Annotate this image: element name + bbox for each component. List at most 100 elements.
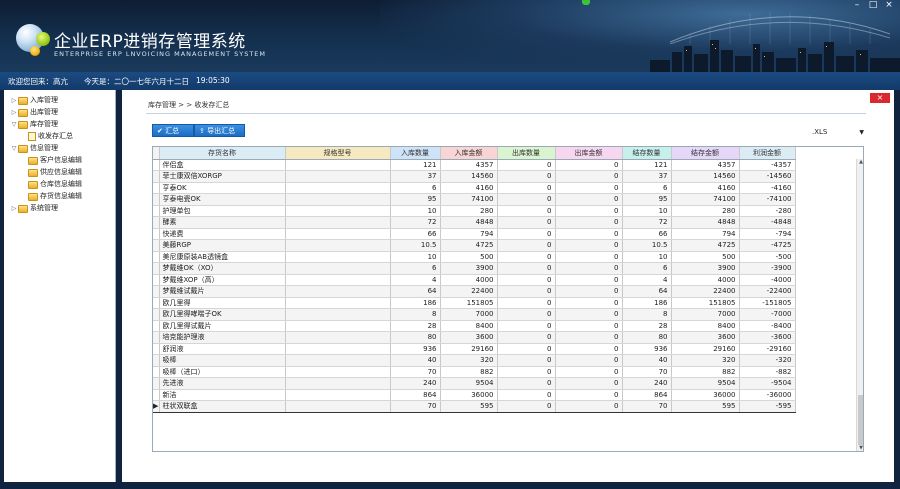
table-cell[interactable]: 4357	[440, 159, 498, 171]
table-cell[interactable]: 0	[497, 228, 556, 240]
table-cell[interactable]: 0	[497, 366, 556, 378]
maximize-button[interactable]: □	[866, 0, 880, 12]
table-cell[interactable]: -882	[739, 366, 796, 378]
table-row[interactable]: 菲士康双倍XORGP 37 14560 0 0 37 14560 -14560	[153, 170, 796, 183]
table-cell[interactable]: -4000	[739, 274, 796, 286]
table-cell[interactable]	[285, 366, 391, 378]
table-cell[interactable]: -151805	[739, 297, 796, 309]
table-cell[interactable]: 0	[555, 251, 623, 263]
table-cell[interactable]: 0	[497, 377, 556, 390]
table-cell[interactable]: 121	[390, 159, 441, 171]
table-cell[interactable]: 29160	[671, 343, 740, 355]
table-row[interactable]: 梦戴维OK（XO） 6 3900 0 0 6 3900 -3900	[153, 262, 796, 275]
table-cell[interactable]: 10	[622, 205, 672, 217]
column-header[interactable]: 结存金额	[671, 147, 740, 160]
table-cell[interactable]: 培克能护理液	[159, 331, 286, 344]
table-cell[interactable]: 936	[390, 343, 441, 355]
table-row[interactable]: 欧几里得 186 151805 0 0 186 151805 -151805	[153, 297, 796, 309]
table-cell[interactable]: -4725	[739, 239, 796, 252]
table-cell[interactable]: 882	[671, 366, 740, 378]
table-cell[interactable]: 74100	[671, 193, 740, 206]
tree-item-system[interactable]: ▷ 系统管理	[10, 203, 58, 214]
column-header[interactable]: 出库数量	[497, 147, 556, 160]
table-cell[interactable]: 0	[497, 251, 556, 263]
inventory-summary-grid[interactable]: 存货名称 规格型号 入库数量 入库金额 出库数量 出库金额 结存数量 结存金额 利润金额 伴侣盒…	[152, 146, 864, 452]
table-cell[interactable]: 0	[555, 170, 623, 183]
table-cell[interactable]: 36000	[440, 389, 498, 401]
table-cell[interactable]	[285, 320, 391, 332]
table-cell[interactable]: 美藤RGP	[159, 239, 286, 252]
column-header[interactable]: 入库金额	[440, 147, 498, 160]
table-cell[interactable]: 40	[390, 354, 441, 367]
table-cell[interactable]: 864	[622, 389, 672, 401]
table-cell[interactable]: 亨泰OK	[159, 182, 286, 194]
tree-item-summary[interactable]: 收发存汇总	[28, 131, 73, 142]
table-cell[interactable]: 10	[622, 251, 672, 263]
table-cell[interactable]: -22400	[739, 285, 796, 298]
table-cell[interactable]: 500	[440, 251, 498, 263]
table-row[interactable]: 美尼康原装AB透镜盒 10 500 0 0 10 500 -500	[153, 251, 796, 263]
table-cell[interactable]: 0	[497, 308, 556, 321]
table-cell[interactable]: 4160	[671, 182, 740, 194]
tree-item-inbound[interactable]: ▷ 入库管理	[10, 95, 58, 106]
table-row[interactable]: 美藤RGP 10.5 4725 0 0 10.5 4725 -4725	[153, 239, 796, 252]
table-cell[interactable]: 37	[390, 170, 441, 183]
table-cell[interactable]: -7000	[739, 308, 796, 321]
table-cell[interactable]: 0	[497, 343, 556, 355]
table-row[interactable]: 吸棒 40 320 0 0 40 320 -320	[153, 354, 796, 367]
table-cell[interactable]: 6	[622, 182, 672, 194]
table-row[interactable]: 欧几里得哮喘子OK 8 7000 0 0 8 7000 -7000	[153, 308, 796, 321]
table-cell[interactable]: 6	[390, 182, 441, 194]
table-cell[interactable]: 欧几里得试戴片	[159, 320, 286, 332]
table-cell[interactable]	[285, 170, 391, 183]
table-cell[interactable]: 4725	[671, 239, 740, 252]
table-cell[interactable]: 0	[497, 354, 556, 367]
table-cell[interactable]: 4000	[440, 274, 498, 286]
table-cell[interactable]: 0	[555, 274, 623, 286]
table-cell[interactable]: 794	[440, 228, 498, 240]
table-cell[interactable]: 66	[390, 228, 441, 240]
table-cell[interactable]: 7000	[440, 308, 498, 321]
table-cell[interactable]: 0	[497, 400, 556, 413]
table-cell[interactable]: 3900	[440, 262, 498, 275]
table-cell[interactable]: 9504	[671, 377, 740, 390]
table-cell[interactable]: 0	[555, 343, 623, 355]
table-cell[interactable]: 0	[555, 331, 623, 344]
table-cell[interactable]: 0	[555, 297, 623, 309]
table-cell[interactable]: 亨泰电瓷OK	[159, 193, 286, 206]
table-row[interactable]: 吸棒（进口） 70 882 0 0 70 882 -882	[153, 366, 796, 378]
tree-item-stock-edit[interactable]: 存货信息编辑	[28, 191, 82, 202]
table-cell[interactable]: 吸棒（进口）	[159, 366, 286, 378]
table-cell[interactable]: 0	[497, 331, 556, 344]
tree-item-outbound[interactable]: ▷ 出库管理	[10, 107, 58, 118]
table-row[interactable]: 欧几里得试戴片 28 8400 0 0 28 8400 -8400	[153, 320, 796, 332]
table-cell[interactable]: 882	[440, 366, 498, 378]
table-cell[interactable]: 0	[497, 239, 556, 252]
table-cell[interactable]: 8	[390, 308, 441, 321]
table-cell[interactable]: 4848	[671, 216, 740, 229]
table-cell[interactable]: 0	[555, 159, 623, 171]
table-cell[interactable]: 梦戴维试戴片	[159, 285, 286, 298]
table-row[interactable]: 梦戴维试戴片 64 22400 0 0 64 22400 -22400	[153, 285, 796, 298]
table-row[interactable]: 快递费 66 794 0 0 66 794 -794	[153, 228, 796, 240]
table-cell[interactable]: 4160	[440, 182, 498, 194]
table-cell[interactable]: 186	[622, 297, 672, 309]
column-header[interactable]: 入库数量	[390, 147, 441, 160]
table-cell[interactable]: 0	[555, 239, 623, 252]
table-cell[interactable]: -4357	[739, 159, 796, 171]
table-row[interactable]: 梦戴维XOP（高） 4 4000 0 0 4 4000 -4000	[153, 274, 796, 286]
table-cell[interactable]: 22400	[440, 285, 498, 298]
table-cell[interactable]: 10.5	[622, 239, 672, 252]
table-cell[interactable]: 29160	[440, 343, 498, 355]
table-cell[interactable]: -29160	[739, 343, 796, 355]
table-cell[interactable]: 936	[622, 343, 672, 355]
table-cell[interactable]: 快递费	[159, 228, 286, 240]
table-cell[interactable]	[285, 239, 391, 252]
expand-icon[interactable]: ▷	[10, 203, 18, 214]
table-cell[interactable]	[285, 400, 391, 413]
table-cell[interactable]: 186	[390, 297, 441, 309]
table-cell[interactable]	[285, 159, 391, 171]
scroll-thumb[interactable]	[858, 395, 863, 445]
table-cell[interactable]: 0	[555, 193, 623, 206]
table-cell[interactable]: 新洁	[159, 389, 286, 401]
